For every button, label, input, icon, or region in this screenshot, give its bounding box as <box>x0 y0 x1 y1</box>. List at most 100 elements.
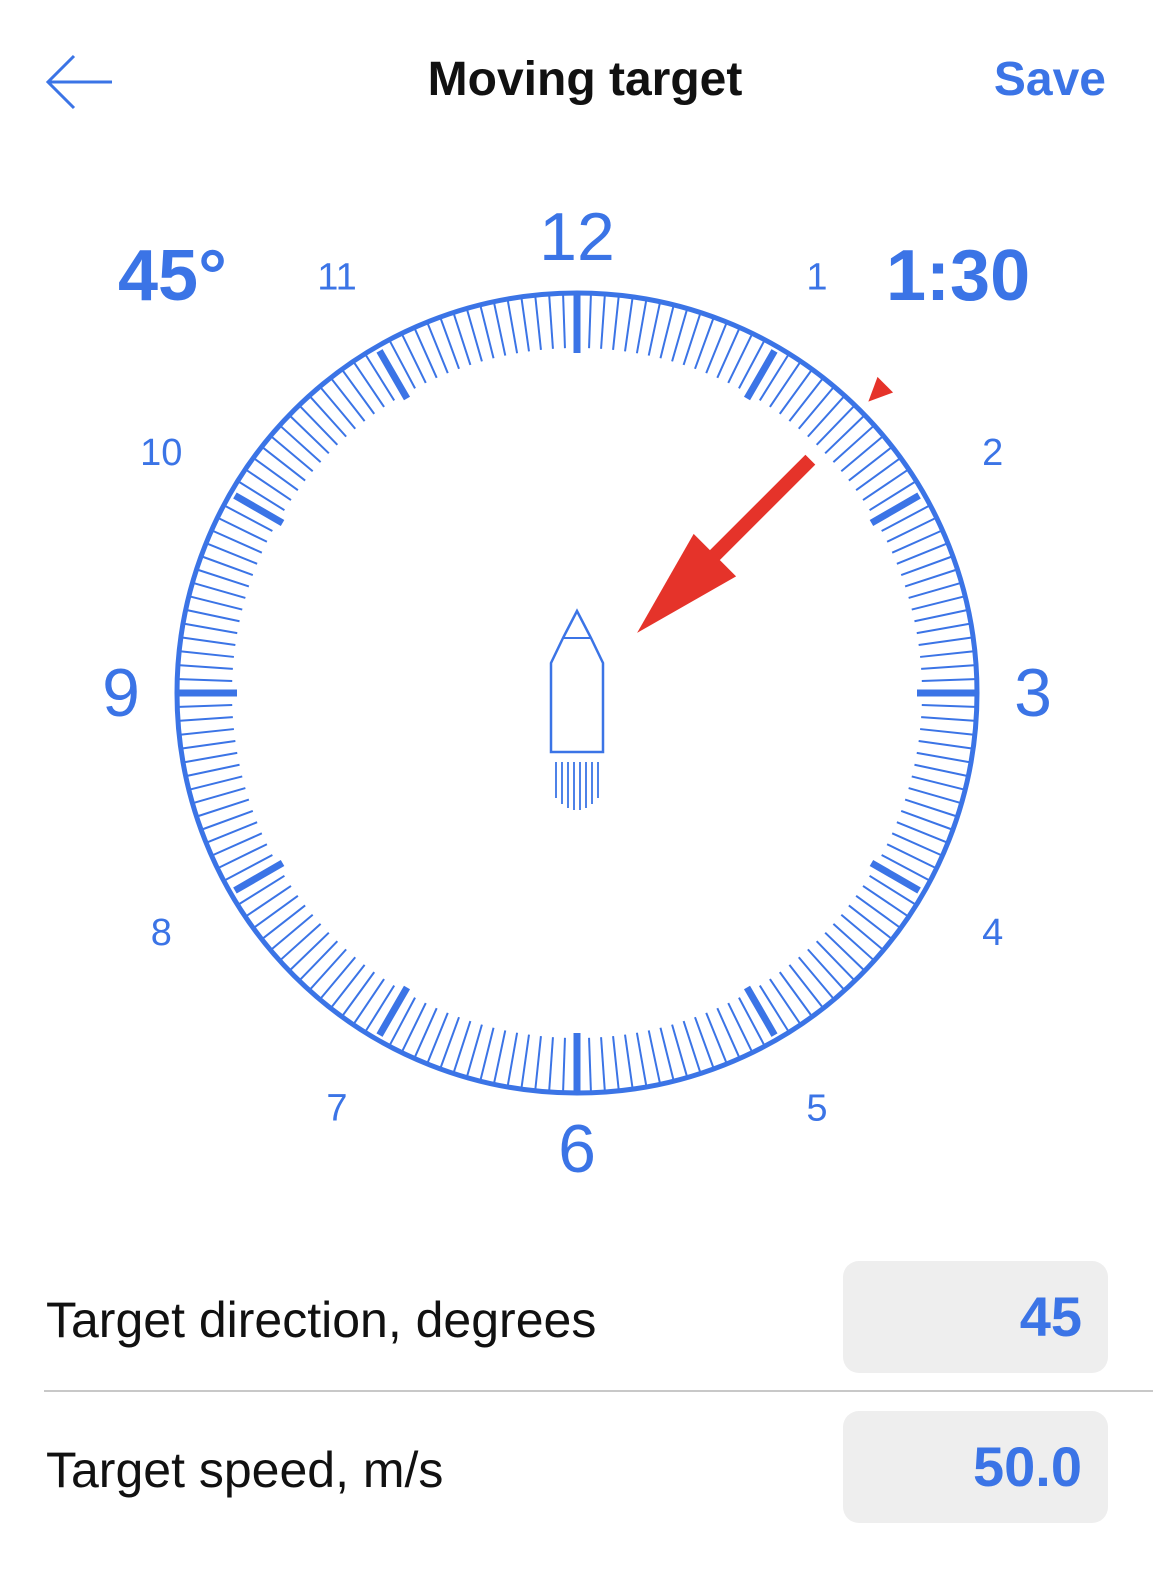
minor-tick <box>671 1024 688 1076</box>
hour-tick <box>869 859 921 894</box>
triangle-marker-icon[interactable] <box>868 376 894 402</box>
arrow-left-icon <box>45 54 112 110</box>
minor-tick <box>769 978 801 1024</box>
minor-tick <box>299 940 339 980</box>
minor-tick <box>534 297 542 350</box>
minor-tick <box>562 295 566 349</box>
minor-tick <box>624 1034 634 1088</box>
minor-tick <box>815 406 855 446</box>
speed-row: Target speed, m/s 50.0 <box>0 1405 1170 1555</box>
minor-tick <box>797 387 834 430</box>
minor-tick <box>290 415 330 455</box>
direction-dial[interactable]: 12 3 6 9 1 2 4 5 7 8 10 11 45° 1:30 <box>0 170 1170 1230</box>
minor-tick <box>309 948 347 990</box>
minor-tick <box>254 458 299 492</box>
minor-tick <box>198 569 250 588</box>
minor-clock-label: 2 <box>982 432 1003 474</box>
minor-tick <box>401 1002 427 1052</box>
minor-tick <box>908 582 960 599</box>
hour-tick <box>233 492 285 527</box>
minor-tick <box>769 362 801 408</box>
minor-tick <box>840 913 883 950</box>
minor-tick <box>479 306 495 359</box>
minor-tick <box>647 303 661 356</box>
save-button[interactable]: Save <box>994 52 1106 107</box>
minor-tick <box>659 1027 675 1080</box>
minor-tick <box>262 447 306 482</box>
minor-clock-label: 10 <box>140 432 182 474</box>
minor-clock-label: 1 <box>806 256 827 298</box>
minor-tick <box>855 458 900 492</box>
minor-tick <box>807 396 845 438</box>
minor-tick <box>182 740 236 750</box>
minor-tick <box>886 517 936 543</box>
minor-tick <box>520 1034 530 1088</box>
minor-tick <box>179 678 233 682</box>
clock-readout: 1:30 <box>886 236 1031 316</box>
minor-tick <box>855 894 900 928</box>
minor-tick <box>588 295 592 349</box>
dial-graphic[interactable]: 123691245781011 <box>0 170 1170 1230</box>
minor-tick <box>187 609 240 623</box>
minor-tick <box>218 843 268 869</box>
minor-tick <box>466 1024 483 1076</box>
minor-tick <box>918 740 972 750</box>
major-clock-label: 9 <box>102 655 140 731</box>
minor-tick <box>671 310 688 362</box>
minor-tick <box>190 595 243 611</box>
hour-tick <box>869 492 921 527</box>
minor-tick <box>280 425 322 463</box>
arrow-shaft <box>702 454 816 568</box>
back-button[interactable] <box>40 48 120 118</box>
minor-tick <box>493 1030 507 1083</box>
minor-tick <box>342 370 376 415</box>
minor-tick <box>612 1036 620 1089</box>
direction-input[interactable]: 45 <box>843 1261 1108 1373</box>
angle-readout: 45° <box>118 236 227 316</box>
speed-input[interactable]: 50.0 <box>843 1411 1108 1523</box>
minor-tick <box>682 1020 701 1072</box>
minor-tick <box>886 843 936 869</box>
minor-tick <box>824 415 864 455</box>
minor-tick <box>635 1032 648 1086</box>
minor-tick <box>862 469 908 501</box>
minor-tick <box>920 728 973 736</box>
minor-tick <box>290 931 330 971</box>
minor-tick <box>534 1036 542 1089</box>
minor-tick <box>179 704 233 708</box>
minor-tick <box>921 704 975 708</box>
minor-tick <box>659 306 675 359</box>
minor-clock-label: 5 <box>806 1088 827 1130</box>
minor-tick <box>342 971 376 1016</box>
minor-tick <box>320 387 357 430</box>
minor-tick <box>612 297 620 350</box>
direction-row: Target direction, degrees 45 <box>0 1255 1170 1405</box>
minor-tick <box>353 362 385 408</box>
minor-tick <box>778 370 812 415</box>
hour-tick <box>376 349 411 401</box>
minor-tick <box>262 904 306 939</box>
direction-arrow[interactable] <box>637 454 816 633</box>
minor-tick <box>548 1037 554 1091</box>
minor-tick <box>181 728 234 736</box>
minor-tick <box>904 798 956 817</box>
minor-tick <box>181 650 234 658</box>
minor-tick <box>920 650 973 658</box>
minor-tick <box>815 940 855 980</box>
minor-tick <box>184 751 238 764</box>
minor-tick <box>727 1002 753 1052</box>
minor-tick <box>797 956 834 999</box>
minor-tick <box>914 763 967 777</box>
major-clock-label: 12 <box>539 199 615 275</box>
hour-tick <box>743 985 778 1037</box>
minor-tick <box>635 300 648 354</box>
minor-tick <box>921 664 975 670</box>
minor-tick <box>179 664 233 670</box>
dial-ticks <box>177 293 977 1093</box>
hour-tick <box>233 859 285 894</box>
minor-tick <box>588 1037 592 1091</box>
minor-tick <box>271 913 314 950</box>
minor-tick <box>246 885 292 917</box>
minor-tick <box>331 964 366 1008</box>
minor-tick <box>807 948 845 990</box>
